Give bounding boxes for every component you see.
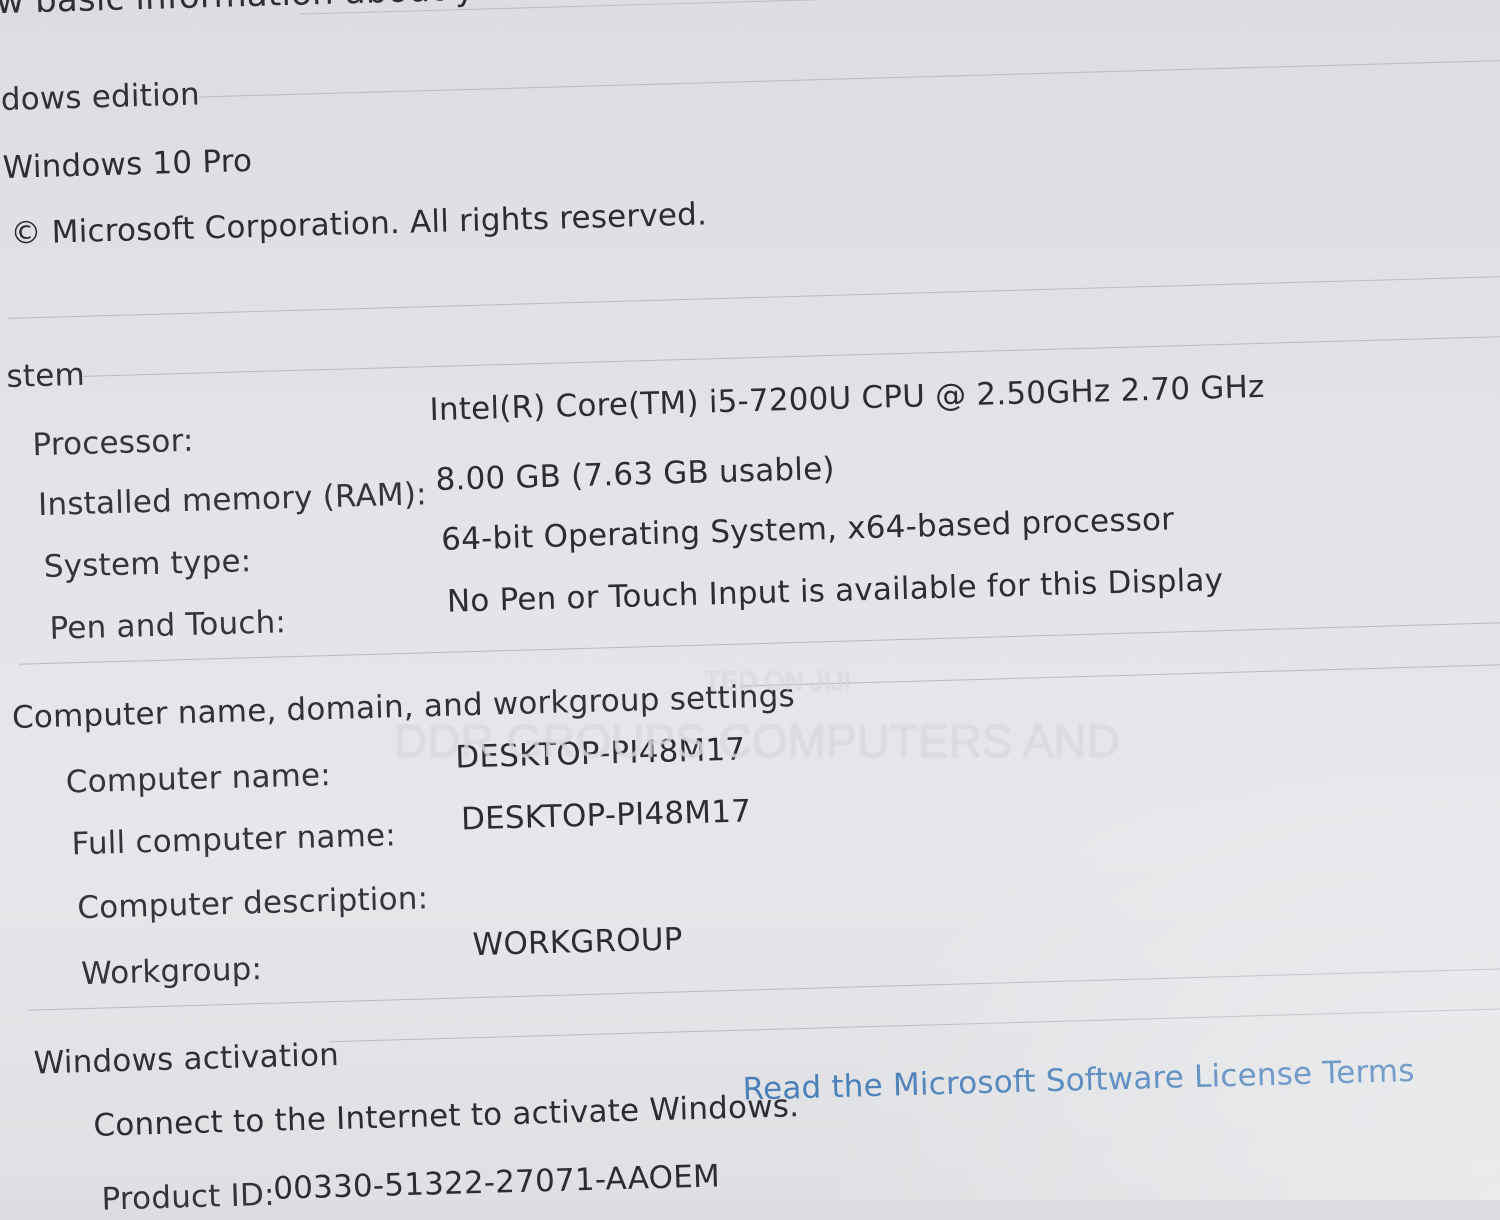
section-title-computer-name: Computer name, domain, and workgroup set… [11,678,796,736]
system-properties-panel: w basic information about y dows edition… [0,0,1500,1218]
pen-touch-label: Pen and Touch: [49,604,287,647]
header-divider [300,0,1500,15]
full-computer-name-value: DESKTOP-PI48M17 [460,793,752,838]
computer-name-value: DESKTOP-PI48M17 [454,731,746,776]
computer-description-label: Computer description: [76,880,429,927]
copyright-text: © Microsoft Corporation. All rights rese… [10,196,708,252]
activation-status: Connect to the Internet to activate Wind… [92,1088,800,1144]
workgroup-label: Workgroup: [80,951,263,993]
workgroup-value: WORKGROUP [472,921,684,964]
system-divider [82,335,1500,377]
system-type-label: System type: [43,543,252,585]
system-top-divider [8,274,1500,319]
edition-divider [198,59,1500,98]
section-title-system: stem [6,356,86,395]
computer-name-label: Computer name: [65,757,332,801]
product-id-label: Product ID: [101,1176,276,1218]
computer-divider [739,662,1500,687]
section-title-windows-activation: Windows activation [33,1036,340,1082]
license-terms-link[interactable]: Read the Microsoft Software License Term… [742,1053,1415,1108]
activation-divider [329,1006,1500,1043]
system-type-value: 64-bit Operating System, x64-based proce… [440,501,1175,558]
ram-label: Installed memory (RAM): [37,476,428,524]
windows-edition-name: Windows 10 Pro [2,143,253,186]
pen-touch-value: No Pen or Touch Input is available for t… [446,562,1224,620]
processor-label: Processor: [31,422,195,464]
processor-value: Intel(R) Core(TM) i5-7200U CPU @ 2.50GHz… [429,368,1265,429]
section-title-windows-edition: dows edition [0,76,201,119]
ram-value: 8.00 GB (7.63 GB usable) [435,450,836,499]
full-computer-name-label: Full computer name: [71,817,397,863]
